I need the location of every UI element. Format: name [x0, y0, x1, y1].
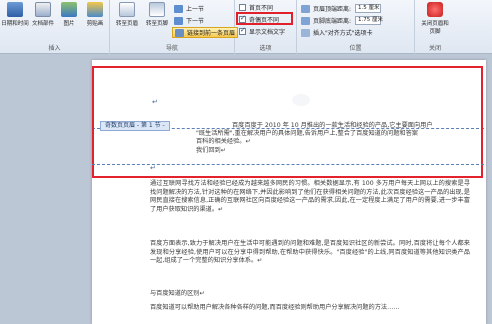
position-group: 页眉顶端距离: 1.5 厘米 页脚底端距离: 1.75 厘米 插入"对齐方式"选… [297, 0, 415, 54]
ribbon-toolbar: 日期和时间 文档部件 图片 剪贴画 插入 转至页眉 转至页脚 上一节 下一节 链… [0, 0, 492, 54]
close-header-footer-button[interactable]: 关闭页眉和页脚 [419, 2, 451, 35]
datetime-button[interactable]: 日期和时间 [1, 2, 29, 27]
navigation-group-label: 导航 [165, 45, 178, 52]
body-paragraph[interactable]: 通过互联网寻找方法和经验已经成为越来越多网民的习惯。相关数据显示,有 100 多… [150, 180, 470, 214]
clipart-button[interactable]: 剪贴画 [81, 2, 109, 27]
prev-section-icon [174, 4, 183, 13]
goto-header-button[interactable]: 转至页眉 [112, 2, 142, 27]
picture-icon [61, 2, 77, 17]
goto-footer-button[interactable]: 转至页脚 [142, 2, 172, 27]
prev-section-button[interactable]: 上一节 [174, 3, 204, 14]
options-group: 首页不同 奇偶页不同 显示文档文字 选项 [235, 0, 297, 54]
document-parts-icon [35, 2, 51, 17]
options-group-label: 选项 [259, 45, 272, 52]
alignment-tab-icon [301, 28, 310, 37]
odd-even-highlight [236, 12, 293, 25]
picture-button[interactable]: 图片 [55, 2, 83, 27]
goto-footer-icon [149, 2, 165, 17]
body-subheading[interactable]: 与百度知道的区别↵ [150, 290, 470, 299]
clipart-icon [87, 2, 103, 17]
calendar-icon [7, 2, 23, 17]
next-section-icon [174, 16, 183, 25]
link-previous-button[interactable]: 链接到前一条页眉 [172, 27, 239, 38]
checkbox-icon [239, 4, 246, 11]
navigation-group: 转至页眉 转至页脚 上一节 下一节 链接到前一条页眉 导航 [110, 0, 239, 54]
position-group-label: 位置 [349, 45, 362, 52]
document-parts-button[interactable]: 文档部件 [29, 2, 57, 27]
close-group: 关闭页眉和页脚 关闭 [415, 0, 455, 54]
body-paragraph[interactable]: 百度方面表示,致力于解决用户在生活中可能遇到的问题和难题,是百度知识社区的新尝试… [150, 240, 470, 266]
close-group-label: 关闭 [428, 45, 441, 52]
link-previous-icon [175, 28, 184, 37]
footer-bottom-distance-row: 页脚底端距离: 1.75 厘米 [301, 15, 383, 26]
header-top-distance-row: 页眉顶端距离: 1.5 厘米 [301, 3, 382, 14]
footer-position-icon [301, 16, 310, 25]
insert-alignment-tab-button[interactable]: 插入"对齐方式"选项卡 [301, 27, 373, 38]
header-highlight-box [92, 66, 483, 178]
show-document-text-checkbox[interactable]: 显示文档文字 [239, 26, 285, 37]
paragraph-mark: ↵ [150, 164, 156, 172]
goto-header-icon [119, 2, 135, 17]
document-page: ↵ 奇数页页眉 - 第 1 节 - 百度百度于 2010 年 10 月推出的一款… [92, 60, 486, 324]
header-position-icon [301, 4, 310, 13]
insert-group: 日期和时间 文档部件 图片 剪贴画 插入 [0, 0, 110, 54]
header-distance-input[interactable]: 1.5 厘米 [355, 4, 382, 13]
insert-group-label: 插入 [48, 45, 61, 52]
body-paragraph[interactable]: 百度知道可以帮助用户解决各种各样的问题,而百度经验则帮助用户分享解决问题的方法…… [150, 304, 470, 313]
close-icon [427, 2, 443, 17]
footer-distance-input[interactable]: 1.75 厘米 [355, 16, 383, 25]
next-section-button[interactable]: 下一节 [174, 15, 204, 26]
checkbox-checked-icon [239, 26, 246, 35]
